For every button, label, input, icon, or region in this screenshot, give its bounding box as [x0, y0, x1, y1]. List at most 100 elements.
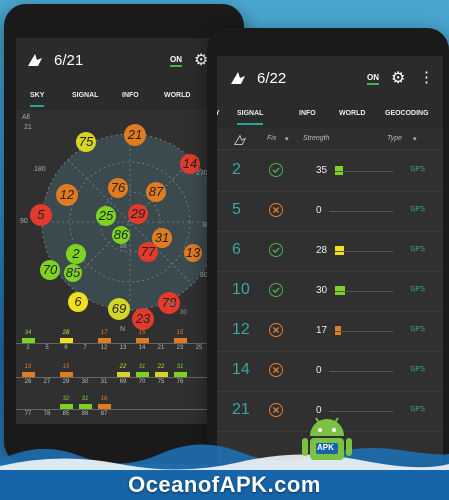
front-gps-toggle[interactable]: ON — [367, 73, 379, 85]
satellite-marker[interactable]: 69 — [108, 298, 130, 320]
satellite-marker[interactable]: 21 — [124, 124, 146, 146]
sort-by-prn-icon[interactable] — [233, 134, 247, 146]
signal-bar-value: 22 — [157, 364, 165, 370]
back-tab-bar: SKY SIGNAL INFO WORLD GE — [16, 84, 232, 110]
chevron-down-icon[interactable]: ▾ — [413, 135, 417, 143]
signal-bar-fill — [60, 404, 73, 409]
watermark-text: OceanofAPK.com — [128, 472, 321, 497]
tab-geocoding[interactable]: GEOCODING — [385, 110, 429, 117]
satellite-prn: 6 — [232, 241, 241, 258]
satellite-marker[interactable]: 6 — [68, 292, 88, 312]
signal-bar-prn: 87 — [100, 411, 108, 417]
signal-bar-row: 342528671712131514211523253426 — [16, 330, 232, 362]
signal-bar-value: 31 — [176, 364, 184, 370]
signal-bar-prn: 13 — [119, 345, 127, 351]
satellite-marker[interactable]: 12 — [56, 184, 78, 206]
tab-world[interactable]: WORLD — [164, 92, 190, 99]
tab-info[interactable]: INFO — [299, 110, 316, 117]
satellite-marker[interactable]: 25 — [96, 206, 116, 226]
signal-bar-prn: 78 — [43, 411, 51, 417]
tab-info[interactable]: INFO — [122, 92, 139, 99]
signal-bar-value: 15 — [138, 330, 146, 336]
satellite-marker[interactable]: 5 — [30, 204, 52, 226]
constellation-type: GPS — [410, 406, 425, 413]
signal-bar-row: 77 78 32 85 31 86 16 87 — [16, 396, 232, 424]
signal-list-item[interactable]: 10 30 GPS — [217, 272, 443, 312]
tab-signal[interactable]: SIGNAL — [237, 110, 264, 125]
signal-bar-fill — [117, 372, 130, 377]
signal-strength-track — [335, 171, 393, 172]
satellite-marker[interactable]: 76 — [108, 178, 128, 198]
satellite-marker[interactable]: 13 — [184, 244, 202, 262]
satellite-marker[interactable]: 2 — [66, 244, 86, 264]
signal-bar-prn: 21 — [157, 345, 165, 351]
satellite-marker[interactable]: 86 — [112, 226, 130, 244]
tab-sky[interactable]: SKY — [30, 92, 45, 107]
constellation-type: GPS — [410, 366, 425, 373]
satellite-prn: 2 — [232, 161, 241, 178]
satellite-prn: 21 — [232, 401, 250, 418]
signal-strength-value: 0 — [316, 205, 322, 216]
constellation-type: GPS — [410, 206, 425, 213]
chevron-down-icon[interactable]: ▾ — [285, 135, 289, 143]
satellite-marker[interactable]: 29 — [128, 204, 148, 224]
signal-bar-prn: 86 — [81, 411, 89, 417]
check-circle-icon — [269, 243, 283, 257]
signal-bar-prn: 23 — [176, 345, 184, 351]
gear-icon[interactable]: ⚙ — [391, 68, 405, 88]
satellite-marker[interactable]: 77 — [138, 242, 158, 262]
satellite-label-small: 30 — [180, 310, 187, 316]
signal-bar-value: 22 — [119, 364, 127, 370]
signal-list-item[interactable]: 6 28 GPS — [217, 232, 443, 272]
cross-circle-icon — [269, 403, 283, 417]
signal-bar-value: 31 — [138, 364, 146, 370]
front-tab-bar: Y SIGNAL INFO WORLD GEOCODING — [217, 102, 443, 128]
bar-baseline — [16, 409, 232, 410]
signal-table-header: Fix ▾ Strength Type ▾ — [217, 128, 443, 150]
signal-bar-prn: 75 — [157, 379, 165, 385]
signal-bar-fill — [60, 338, 73, 343]
check-circle-icon — [269, 163, 283, 177]
apk-badge: APK — [317, 443, 334, 452]
signal-list-item[interactable]: 2 35 GPS — [217, 152, 443, 192]
satellite-marker[interactable]: 14 — [180, 154, 200, 174]
signal-bar-fill — [136, 372, 149, 377]
cross-circle-icon — [269, 323, 283, 337]
more-options-icon[interactable]: ⋮ — [419, 68, 434, 86]
all-filter-label[interactable]: All — [22, 114, 30, 121]
app-logo-icon — [28, 54, 42, 66]
tab-signal[interactable]: SIGNAL — [72, 92, 98, 99]
satellite-prn: 10 — [232, 281, 250, 298]
cross-circle-icon — [269, 203, 283, 217]
signal-list-item[interactable]: 5 0 GPS — [217, 192, 443, 232]
signal-bar-fill — [174, 338, 187, 343]
signal-bar-prn: 30 — [81, 379, 89, 385]
back-app-bar: 6/21 ON ⚙ — [16, 38, 232, 84]
header-fix[interactable]: Fix — [267, 135, 276, 142]
signal-strength-track — [335, 291, 393, 292]
signal-bar-fill — [136, 338, 149, 343]
signal-bar-prn: 25 — [195, 345, 203, 351]
header-type[interactable]: Type — [387, 135, 402, 142]
satellite-marker[interactable]: 70 — [40, 260, 60, 280]
back-gps-toggle[interactable]: ON — [170, 55, 182, 67]
signal-bar-prn: 14 — [138, 345, 146, 351]
satellite-marker[interactable]: 23 — [132, 308, 154, 330]
front-screen: 6/22 ON ⚙ ⋮ Y SIGNAL INFO WORLD GEOCODIN… — [217, 56, 443, 464]
bar-baseline — [16, 343, 232, 344]
signal-list-item[interactable]: 14 0 GPS — [217, 352, 443, 392]
signal-strength-value: 28 — [316, 245, 328, 256]
constellation-type: GPS — [410, 166, 425, 173]
signal-bar-value: 16 — [100, 396, 108, 402]
satellite-marker[interactable]: 87 — [146, 182, 166, 202]
satellite-marker[interactable]: 75 — [76, 132, 96, 152]
tab-world[interactable]: WORLD — [339, 110, 365, 117]
signal-bar-fill — [22, 372, 35, 377]
signal-strength-track — [335, 331, 393, 332]
signal-list-item[interactable]: 12 17 GPS — [217, 312, 443, 352]
signal-bar-prn: 77 — [24, 411, 32, 417]
app-logo-icon — [231, 72, 245, 84]
tab-sky-partial[interactable]: Y — [217, 110, 220, 117]
signal-bar-fill — [22, 338, 35, 343]
header-strength[interactable]: Strength — [303, 135, 329, 142]
